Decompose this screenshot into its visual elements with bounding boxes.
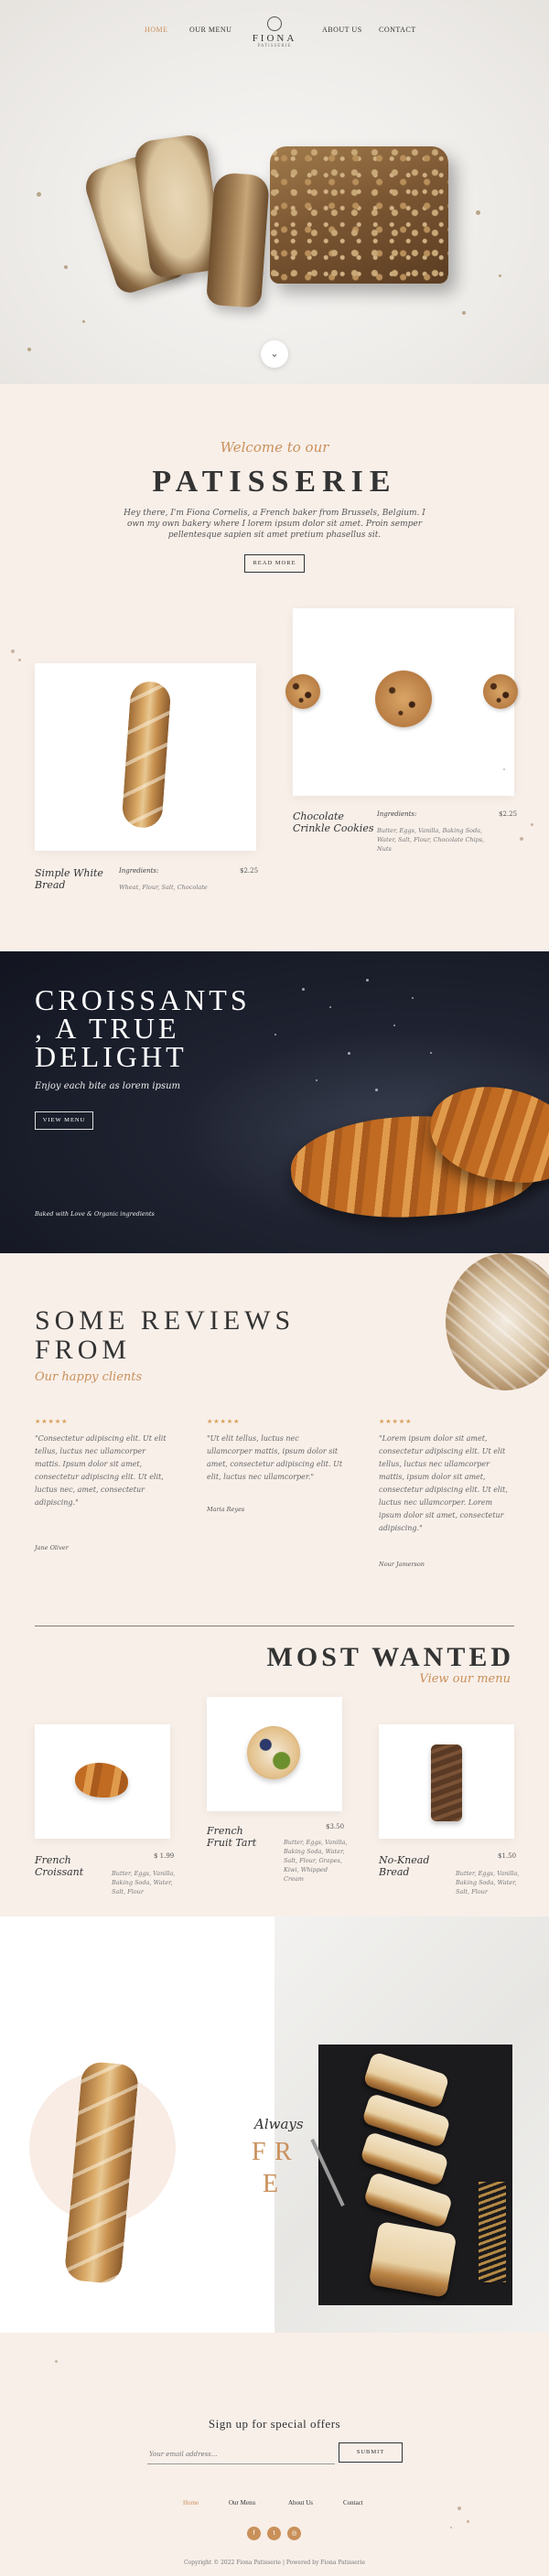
newsletter-title: Sign up for special offers <box>208 2417 341 2431</box>
nav-about-us[interactable]: ABOUT US <box>322 26 362 34</box>
welcome-script: Welcome to our <box>220 439 329 456</box>
product-price: $2.25 <box>240 867 259 875</box>
star-rating: ★★★★★ <box>207 1418 241 1425</box>
croissant-title: CROISSANTS , A TRUE DELIGHT <box>35 983 309 1073</box>
ingredients-label: Ingredients: <box>377 810 417 818</box>
scroll-down-button[interactable]: ⌄ <box>261 340 288 368</box>
croissant-subtitle: Enjoy each bite as lorem ipsum <box>35 1081 181 1091</box>
croissant-footnote: Baked with Love & Organic ingredients <box>35 1210 155 1218</box>
croissant-title-line: DELIGHT <box>35 1040 188 1073</box>
site-logo[interactable]: FIONA PATISSERIE <box>240 16 309 48</box>
copyright-text: Copyright © 2022 Fiona Patisserie | Powe… <box>183 2560 366 2566</box>
ingredients-text: Wheat, Flour, Salt, Chocolate <box>119 884 208 891</box>
email-input[interactable] <box>147 2444 335 2464</box>
reviews-title-line: FROM <box>35 1335 132 1365</box>
facebook-icon[interactable]: f <box>247 2527 261 2540</box>
croissant-title-line: CROISSANTS <box>35 983 251 1016</box>
chevron-down-icon: ⌄ <box>270 348 279 360</box>
nav-contact[interactable]: CONTACT <box>379 26 416 34</box>
intro-description: Hey there, I'm Fiona Cornelis, a French … <box>124 509 425 540</box>
twitter-icon[interactable]: t <box>267 2527 281 2540</box>
footer-nav-home[interactable]: Home <box>183 2499 199 2506</box>
fresh-letter: E <box>263 2170 285 2198</box>
logo-name: FIONA <box>252 33 297 44</box>
product-name[interactable]: No-Knead Bread <box>379 1854 443 1878</box>
most-wanted-title: MOST WANTED <box>266 1642 514 1672</box>
view-menu-button[interactable]: VIEW MENU <box>35 1111 93 1130</box>
ingredients-text: Butter, Eggs, Vanilla, Baking Soda, Wate… <box>284 1839 348 1883</box>
reviews-title: SOME REVIEWS FROM <box>35 1306 337 1365</box>
logo-icon <box>267 16 282 31</box>
product-name[interactable]: Chocolate Crinkle Cookies <box>293 810 375 834</box>
product-name[interactable]: French Croissant <box>35 1854 99 1878</box>
always-fresh-section: Always F R E <box>0 1916 549 2333</box>
logo-subtitle: PATISSERIE <box>257 44 292 48</box>
fruit-tart-image[interactable] <box>207 1697 342 1811</box>
review-author: Maria Reyes <box>207 1506 245 1513</box>
reviews-title-line: SOME REVIEWS <box>35 1305 296 1336</box>
review-text: "Lorem ipsum dolor sit amet, consectetur… <box>379 1434 508 1532</box>
instagram-icon[interactable]: ◎ <box>287 2527 301 2540</box>
ingredients-label: Ingredients: <box>119 867 159 875</box>
ingredients-text: Butter, Eggs, Vanilla, Baking Soda, Wate… <box>456 1870 520 1895</box>
reviews-section: SOME REVIEWS FROM Our happy clients ★★★★… <box>0 1253 549 1624</box>
reviews-subtitle: Our happy clients <box>35 1370 143 1384</box>
always-script: Always <box>254 2116 304 2132</box>
fresh-letter: R <box>274 2138 297 2166</box>
cookies-image[interactable] <box>285 608 518 796</box>
nav-our-menu[interactable]: OUR MENU <box>189 26 231 34</box>
read-more-button[interactable]: READ MORE <box>244 554 305 573</box>
croissant-title-line: , A TRUE <box>35 1012 180 1045</box>
star-rating: ★★★★★ <box>379 1418 413 1425</box>
review-author: Nour Jamerson <box>379 1561 425 1568</box>
round-bread-image <box>446 1253 549 1390</box>
fresh-left-panel <box>0 1916 274 2333</box>
product-price: $1.50 <box>498 1852 517 1860</box>
product-price: $2.25 <box>499 810 518 818</box>
white-bread-image[interactable] <box>35 663 256 851</box>
product-price: $3.50 <box>326 1823 345 1830</box>
hero-section: HOME OUR MENU FIONA PATISSERIE ABOUT US … <box>0 0 549 384</box>
review-text: "Consectetur adipiscing elit. Ut elit te… <box>35 1434 167 1507</box>
no-knead-bread-image[interactable] <box>379 1724 514 1839</box>
product-name[interactable]: French Fruit Tart <box>207 1825 271 1849</box>
patisserie-title: PATISSERIE <box>152 465 397 499</box>
site-footer: Sign up for special offers SUBMIT Home O… <box>0 2333 549 2576</box>
fresh-letter: F <box>252 2138 272 2166</box>
product-price: $ 1.99 <box>154 1852 175 1860</box>
submit-button[interactable]: SUBMIT <box>339 2442 403 2463</box>
sliced-bread-image <box>310 2045 512 2305</box>
main-nav: HOME OUR MENU FIONA PATISSERIE ABOUT US … <box>0 16 549 53</box>
ingredients-text: Butter, Eggs, Vanilla, Baking Soda, Wate… <box>377 827 485 853</box>
review-text: "Ut elit tellus, luctus nec ullamcorper … <box>207 1434 343 1481</box>
most-wanted-section: MOST WANTED View our menu French Croissa… <box>0 1624 549 1916</box>
footer-nav-about-us[interactable]: About Us <box>288 2499 313 2506</box>
review-author: Jane Oliver <box>35 1544 69 1551</box>
star-rating: ★★★★★ <box>35 1418 69 1425</box>
croissant-product-image[interactable] <box>35 1724 170 1839</box>
footer-nav-our-menu[interactable]: Our Menu <box>229 2499 255 2506</box>
ingredients-text: Butter, Eggs, Vanilla, Baking Soda, Wate… <box>112 1870 176 1895</box>
view-menu-link[interactable]: View our menu <box>419 1672 511 1686</box>
footer-nav-contact[interactable]: Contact <box>343 2499 363 2506</box>
nav-home[interactable]: HOME <box>145 26 168 34</box>
product-name[interactable]: Simple White Bread <box>35 867 117 891</box>
patisserie-section: Welcome to our PATISSERIE Hey there, I'm… <box>0 384 549 951</box>
croissant-banner: CROISSANTS , A TRUE DELIGHT Enjoy each b… <box>0 951 549 1253</box>
